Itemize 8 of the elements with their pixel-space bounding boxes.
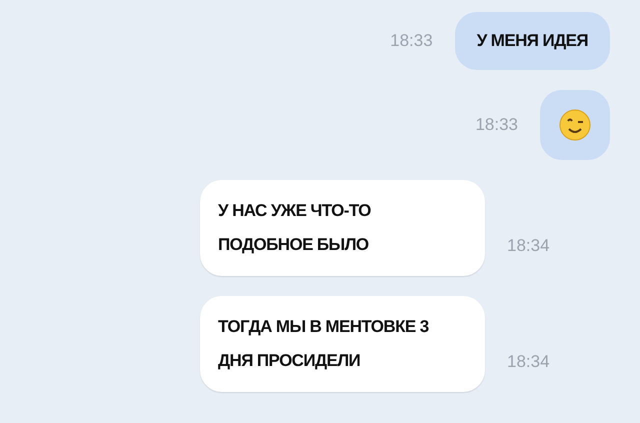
message-bubble: У НАС УЖЕ ЧТО-ТО ПОДОБНОЕ БЫЛО (200, 180, 485, 276)
message-time: 18:34 (507, 234, 550, 256)
message-time: 18:33 (390, 30, 433, 52)
message-bubble: У МЕНЯ ИДЕЯ (454, 12, 610, 70)
message-bubble: ТОГДА МЫ В МЕНТОВКЕ 3 ДНЯ ПРОСИДЕЛИ (200, 296, 485, 392)
message-time: 18:34 (507, 350, 550, 372)
message-time: 18:33 (475, 114, 518, 136)
wink-emoji-icon (559, 109, 591, 141)
